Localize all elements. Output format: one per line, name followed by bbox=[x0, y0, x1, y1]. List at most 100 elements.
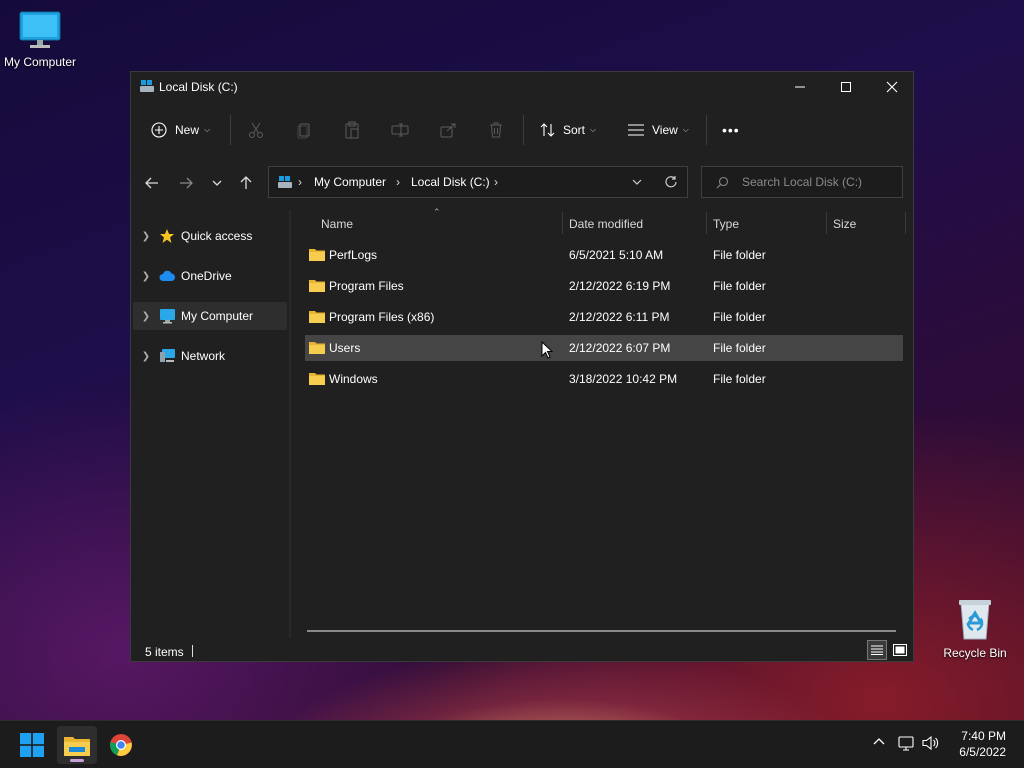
minimize-button[interactable] bbox=[777, 72, 823, 102]
nav-item-my-computer[interactable]: ❯ My Computer bbox=[133, 302, 287, 330]
breadcrumb-separator-icon: › bbox=[494, 175, 498, 189]
chevron-right-icon[interactable]: ❯ bbox=[133, 311, 159, 322]
nav-item-label: Network bbox=[181, 349, 226, 363]
details-view-button[interactable] bbox=[867, 640, 887, 660]
view-icon bbox=[628, 124, 644, 136]
view-button[interactable]: View ⌵ bbox=[627, 110, 689, 150]
desktop-icon-recycle-bin[interactable]: Recycle Bin bbox=[935, 597, 1015, 660]
paste-button[interactable] bbox=[343, 110, 361, 150]
horizontal-scrollbar[interactable] bbox=[307, 630, 896, 632]
copy-button[interactable] bbox=[295, 110, 313, 150]
file-name: Program Files bbox=[329, 279, 404, 293]
maximize-icon bbox=[841, 82, 851, 92]
address-dropdown-button[interactable] bbox=[631, 176, 643, 191]
volume-button[interactable] bbox=[922, 735, 940, 754]
chevron-right-icon[interactable]: ❯ bbox=[133, 351, 159, 362]
list-item[interactable]: Windows 3/18/2022 10:42 PM File folder bbox=[305, 366, 903, 392]
column-separator[interactable] bbox=[562, 212, 563, 234]
taskbar-clock[interactable]: 7:40 PM 6/5/2022 bbox=[959, 728, 1006, 760]
search-box[interactable]: Search Local Disk (C:) bbox=[701, 166, 903, 198]
taskbar: 7:40 PM 6/5/2022 bbox=[0, 720, 1024, 768]
nav-item-label: Quick access bbox=[181, 229, 253, 243]
column-header-name[interactable]: Name bbox=[321, 217, 353, 231]
drive-icon bbox=[139, 79, 155, 96]
nav-item-onedrive[interactable]: ❯ OneDrive bbox=[133, 262, 287, 290]
folder-icon bbox=[309, 247, 325, 264]
breadcrumb-separator-icon: › bbox=[298, 175, 302, 189]
file-type: File folder bbox=[713, 248, 766, 262]
breadcrumb-local-disk[interactable]: Local Disk (C:) bbox=[411, 175, 490, 189]
list-item-selected[interactable]: Users 2/12/2022 6:07 PM File folder bbox=[305, 335, 903, 361]
file-date: 3/18/2022 10:42 PM bbox=[569, 372, 678, 386]
cut-button[interactable] bbox=[247, 110, 265, 150]
folder-icon bbox=[309, 309, 325, 326]
column-separator[interactable] bbox=[905, 212, 906, 234]
chevron-down-icon: ⌵ bbox=[682, 125, 689, 134]
item-count: 5 items bbox=[145, 645, 184, 659]
desktop-icon-my-computer[interactable]: My Computer bbox=[0, 10, 80, 69]
rename-icon bbox=[391, 123, 409, 137]
navigation-pane: ❯ Quick access ❯ OneDrive ❯ My Computer … bbox=[131, 210, 289, 638]
share-button[interactable] bbox=[439, 110, 457, 150]
up-button[interactable] bbox=[233, 166, 259, 200]
file-name: Users bbox=[329, 341, 361, 355]
breadcrumb-my-computer[interactable]: My Computer bbox=[314, 175, 386, 189]
chevron-right-icon[interactable]: ❯ bbox=[133, 271, 159, 282]
refresh-button[interactable] bbox=[664, 175, 678, 192]
title-bar[interactable]: Local Disk (C:) bbox=[131, 72, 913, 102]
network-status-button[interactable] bbox=[898, 735, 916, 754]
sort-button[interactable]: Sort ⌵ bbox=[539, 110, 596, 150]
new-button[interactable]: New ⌵ bbox=[151, 110, 210, 150]
tiles-view-button[interactable] bbox=[890, 640, 910, 660]
network-status-icon bbox=[898, 736, 914, 751]
minimize-icon bbox=[795, 86, 805, 88]
forward-button[interactable] bbox=[173, 166, 199, 200]
column-separator[interactable] bbox=[826, 212, 827, 234]
delete-button[interactable] bbox=[487, 110, 505, 150]
column-header-date-modified[interactable]: Date modified bbox=[569, 217, 643, 231]
see-more-button[interactable]: ••• bbox=[722, 110, 740, 150]
column-header-size[interactable]: Size bbox=[833, 217, 856, 231]
sort-ascending-icon: ⌃ bbox=[433, 207, 441, 217]
nav-item-label: My Computer bbox=[181, 309, 254, 323]
list-item[interactable]: PerfLogs 6/5/2021 5:10 AM File folder bbox=[305, 242, 903, 268]
tiles-view-icon bbox=[893, 644, 907, 656]
file-explorer-taskbar-button[interactable] bbox=[57, 726, 97, 764]
chevron-right-icon[interactable]: ❯ bbox=[133, 231, 159, 242]
nav-item-network[interactable]: ❯ Network bbox=[133, 342, 287, 370]
chrome-taskbar-button[interactable] bbox=[101, 726, 141, 764]
column-separator[interactable] bbox=[706, 212, 707, 234]
clock-date: 6/5/2022 bbox=[959, 745, 1006, 759]
window-title: Local Disk (C:) bbox=[159, 80, 238, 94]
copy-icon bbox=[297, 123, 310, 139]
search-placeholder: Search Local Disk (C:) bbox=[742, 175, 863, 189]
start-button[interactable] bbox=[12, 726, 52, 764]
column-headers: ⌃ Name Date modified Type Size bbox=[291, 207, 913, 238]
show-hidden-icons-button[interactable] bbox=[872, 735, 886, 750]
breadcrumb-separator-icon: › bbox=[396, 175, 400, 189]
network-icon bbox=[159, 348, 179, 364]
column-header-type[interactable]: Type bbox=[713, 217, 739, 231]
recent-locations-button[interactable] bbox=[204, 166, 230, 200]
nav-item-quick-access[interactable]: ❯ Quick access bbox=[133, 222, 287, 250]
details-view-icon bbox=[871, 645, 883, 655]
mouse-cursor-icon bbox=[541, 340, 554, 362]
rename-button[interactable] bbox=[391, 110, 409, 150]
list-item[interactable]: Program Files (x86) 2/12/2022 6:11 PM Fi… bbox=[305, 304, 903, 330]
folder-icon bbox=[309, 371, 325, 388]
list-item[interactable]: Program Files 2/12/2022 6:19 PM File fol… bbox=[305, 273, 903, 299]
speaker-icon bbox=[922, 735, 939, 751]
maximize-button[interactable] bbox=[823, 72, 869, 102]
file-explorer-icon bbox=[64, 737, 90, 756]
refresh-icon bbox=[665, 176, 677, 188]
back-button[interactable] bbox=[139, 166, 165, 200]
address-bar[interactable]: › My Computer › Local Disk (C:) › bbox=[268, 166, 688, 198]
cloud-icon bbox=[159, 270, 179, 282]
arrow-left-icon bbox=[145, 177, 158, 189]
paste-icon bbox=[345, 121, 359, 139]
close-button[interactable] bbox=[869, 72, 915, 102]
toolbar-divider bbox=[523, 115, 524, 145]
toolbar-divider bbox=[230, 115, 231, 145]
file-type: File folder bbox=[713, 310, 766, 324]
chevron-up-icon bbox=[873, 738, 885, 745]
